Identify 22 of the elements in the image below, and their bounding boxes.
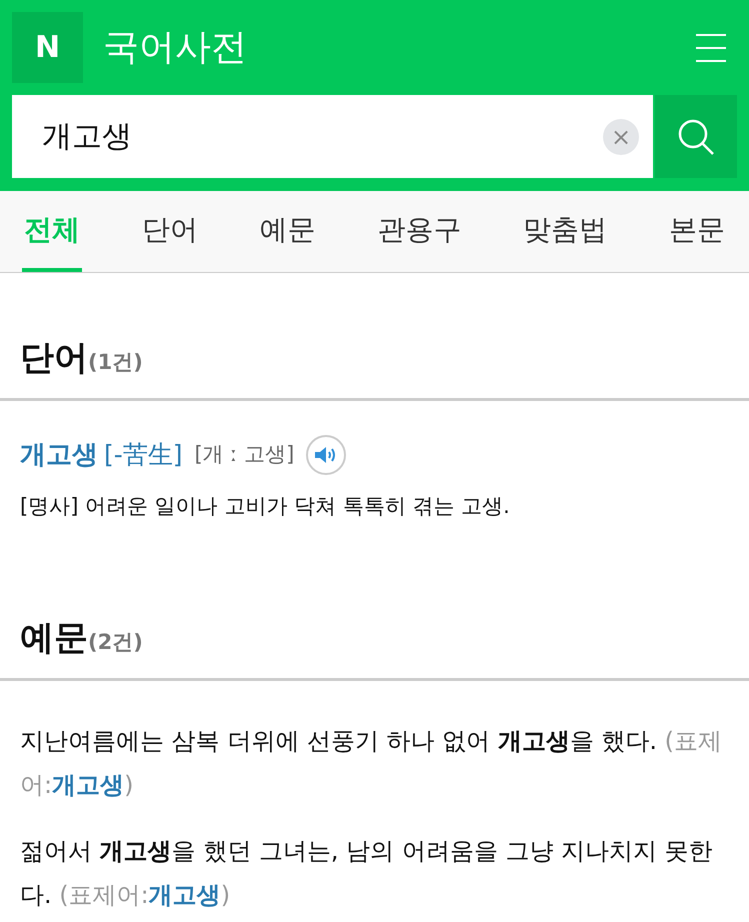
example-sentence: 젊어서 개고생을 했던 그녀는, 남의 어려움을 그냥 지나치지 못한다. (표제어:개고생) xyxy=(20,836,714,910)
tab[interactable]: 맞춤법 xyxy=(521,191,610,272)
search-field[interactable]: 개고생 × xyxy=(12,95,653,178)
app-title: 국어사전 xyxy=(103,26,247,70)
example-sentence: 지난여름에는 삼복 더위에 선풍기 하나 없어 개고생을 했다. (표제어:개고생) xyxy=(20,726,724,800)
pronunciation-text: [개 ː 고생] xyxy=(194,441,294,468)
definition-text: [명사] 어려운 일이나 고비가 닥쳐 톡톡히 겪는 고생. xyxy=(20,493,511,520)
speaker-button[interactable] xyxy=(306,435,346,475)
result-count: (1건) xyxy=(88,349,143,376)
headword-link[interactable]: 개고생 xyxy=(20,436,98,474)
menu-icon[interactable] xyxy=(695,32,727,62)
headword-link[interactable]: 개고생 xyxy=(52,770,124,798)
tab[interactable]: 본문 xyxy=(666,191,727,272)
tab[interactable]: 예문 xyxy=(258,191,318,272)
hanja-text: [-苦生] xyxy=(104,439,183,472)
tab[interactable]: 단어 xyxy=(140,191,200,272)
section-title: 단어 xyxy=(20,337,88,380)
section-title: 예문 xyxy=(20,616,88,660)
tab[interactable]: 관용구 xyxy=(375,191,464,272)
headword-link[interactable]: 개고생 xyxy=(148,880,221,908)
search-button[interactable] xyxy=(655,95,737,178)
result-count: (2건) xyxy=(88,628,143,656)
